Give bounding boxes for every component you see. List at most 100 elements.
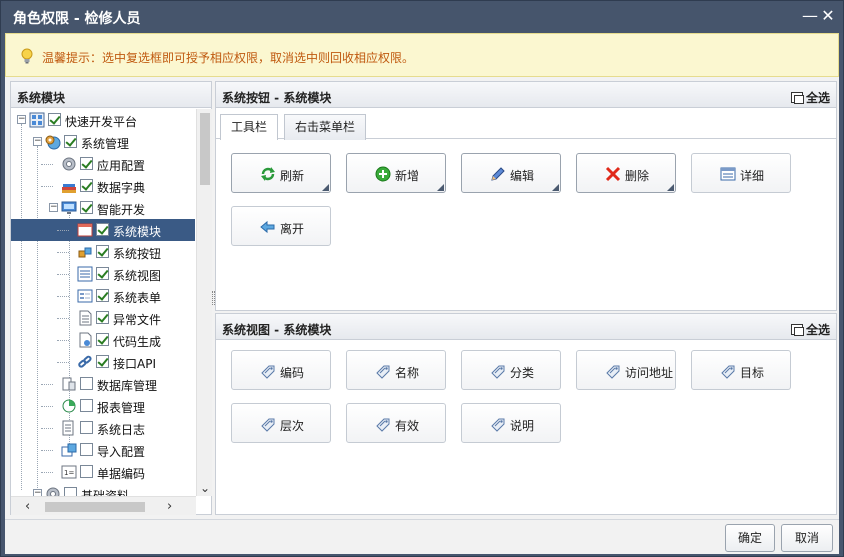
- select-all-buttons[interactable]: 全选: [790, 89, 830, 106]
- gears-globe-icon: [45, 135, 61, 150]
- tree-node-label: 系统表单: [113, 291, 162, 305]
- view-field-button[interactable]: 层次: [231, 403, 331, 443]
- tree-node[interactable]: 1= 单据编码: [11, 461, 195, 483]
- view-field-button[interactable]: 访问地址: [576, 350, 676, 390]
- tree-node-checkbox[interactable]: [96, 245, 109, 258]
- chevron-down-icon[interactable]: ⌄: [199, 482, 211, 494]
- tree-node[interactable]: 系统日志: [11, 417, 195, 439]
- view-field-button[interactable]: 分类: [461, 350, 561, 390]
- toolbar-button-label: 详细: [740, 169, 765, 183]
- tree-node-checkbox[interactable]: [80, 377, 93, 390]
- tree-node-checkbox[interactable]: [80, 179, 93, 192]
- tree-node-label: 快速开发平台: [65, 115, 138, 129]
- toolbar-button[interactable]: 详细: [691, 153, 791, 193]
- chevron-left-icon[interactable]: ‹: [25, 499, 30, 514]
- tree-horizontal-scrollbar[interactable]: ‹ ›: [11, 496, 196, 515]
- tree-node[interactable]: 导入配置: [11, 439, 195, 461]
- scrollbar-thumb[interactable]: [200, 113, 210, 185]
- tree-node-checkbox[interactable]: [64, 135, 77, 148]
- confirm-button[interactable]: 确定: [725, 524, 775, 552]
- tag-icon: [606, 365, 620, 379]
- document-icon: [79, 310, 92, 326]
- tree-node[interactable]: − 基础资料: [11, 483, 195, 496]
- tree-node-checkbox[interactable]: [96, 289, 109, 302]
- tree-node-checkbox[interactable]: [96, 311, 109, 324]
- tree-expander-icon[interactable]: −: [33, 137, 42, 146]
- books-icon: [62, 184, 76, 193]
- tree-vertical-scrollbar[interactable]: ⌄: [196, 109, 212, 496]
- tree-node-label: 接口API: [113, 357, 156, 371]
- grid-icon: [29, 112, 45, 128]
- checked-corner-indicator: [552, 184, 559, 191]
- view-field-label: 有效: [395, 419, 420, 433]
- toolbar-button[interactable]: 删除: [576, 153, 676, 193]
- scrollbar-thumb[interactable]: [45, 502, 145, 512]
- tree-node[interactable]: 系统模块: [11, 219, 195, 241]
- tree-node[interactable]: − 快速开发平台: [11, 109, 195, 131]
- tab-toolbar[interactable]: 工具栏: [220, 114, 278, 140]
- toolbar-button-label: 新增: [395, 169, 420, 183]
- toolbar-button-label: 离开: [280, 222, 305, 236]
- tree-node-checkbox[interactable]: [80, 201, 93, 214]
- tree-node[interactable]: 数据库管理: [11, 373, 195, 395]
- toolbar-button[interactable]: 新增: [346, 153, 446, 193]
- checked-corner-indicator: [322, 184, 329, 191]
- tree-node-checkbox[interactable]: [80, 465, 93, 478]
- tree-node-checkbox[interactable]: [96, 333, 109, 346]
- tree-expander-icon[interactable]: −: [49, 203, 58, 212]
- tree-node[interactable]: 异常文件: [11, 307, 195, 329]
- view-field-button[interactable]: 有效: [346, 403, 446, 443]
- cancel-button[interactable]: 取消: [781, 524, 833, 552]
- tree-node[interactable]: 代码生成: [11, 329, 195, 351]
- view-field-button[interactable]: 编码: [231, 350, 331, 390]
- view-field-label: 目标: [740, 366, 765, 380]
- toolbar-button[interactable]: 编辑: [461, 153, 561, 193]
- chevron-right-icon[interactable]: ›: [167, 499, 172, 514]
- tree-node-checkbox[interactable]: [80, 157, 93, 170]
- dialog-title: 角色权限 - 检修人员: [13, 11, 141, 27]
- buttons-panel: 系统按钮 - 系统模块 全选 工具栏 右击菜单栏 刷新 新增 编辑 删除 详细 离开: [215, 81, 837, 311]
- views-panel-title: 系统视图 - 系统模块: [222, 323, 332, 337]
- tree-node-checkbox[interactable]: [48, 113, 61, 126]
- code-list-icon: 1=: [61, 465, 77, 479]
- tab-context-menu[interactable]: 右击菜单栏: [284, 114, 366, 140]
- tree-node-label: 系统按钮: [113, 247, 162, 261]
- close-icon[interactable]: ✕: [819, 7, 837, 25]
- tree-node[interactable]: 报表管理: [11, 395, 195, 417]
- view-field-button[interactable]: 名称: [346, 350, 446, 390]
- tree-node-checkbox[interactable]: [80, 421, 93, 434]
- tree-node-checkbox[interactable]: [80, 399, 93, 412]
- view-field-label: 访问地址: [625, 366, 674, 380]
- toolbar-button[interactable]: 离开: [231, 206, 331, 246]
- tree-node[interactable]: 应用配置: [11, 153, 195, 175]
- toolbar-button[interactable]: 刷新: [231, 153, 331, 193]
- window-icon: [77, 223, 93, 237]
- toolbar-button-label: 删除: [625, 169, 650, 183]
- tree-node[interactable]: − 智能开发: [11, 197, 195, 219]
- notice-bar: 温馨提示：选中复选框即可授予相应权限，取消选中则回收相应权限。: [5, 33, 839, 77]
- tree-node-label: 报表管理: [97, 401, 146, 415]
- view-field-label: 编码: [280, 366, 305, 380]
- view-field-button[interactable]: 说明: [461, 403, 561, 443]
- log-icon: [62, 420, 74, 436]
- select-all-label: 全选: [805, 323, 830, 337]
- tree-node[interactable]: − 系统管理: [11, 131, 195, 153]
- tree-node-checkbox[interactable]: [80, 443, 93, 456]
- minimize-icon[interactable]: —: [801, 7, 819, 25]
- tree-node-checkbox[interactable]: [96, 223, 109, 236]
- tree-node[interactable]: 数据字典: [11, 175, 195, 197]
- gear-icon: [46, 487, 60, 496]
- view-field-button[interactable]: 目标: [691, 350, 791, 390]
- tree-node[interactable]: 系统表单: [11, 285, 195, 307]
- tree-node-checkbox[interactable]: [96, 355, 109, 368]
- tree-node-checkbox[interactable]: [96, 267, 109, 280]
- monitor-icon: [61, 201, 77, 214]
- tree-node[interactable]: 系统视图: [11, 263, 195, 285]
- notice-text: 温馨提示：选中复选框即可授予相应权限，取消选中则回收相应权限。: [42, 51, 415, 65]
- tree-node-checkbox[interactable]: [64, 487, 77, 496]
- select-all-views[interactable]: 全选: [790, 321, 830, 338]
- tree-node[interactable]: 系统按钮: [11, 241, 195, 263]
- tree-expander-icon[interactable]: −: [33, 489, 42, 496]
- tree-node[interactable]: 接口API: [11, 351, 195, 373]
- tree-expander-icon[interactable]: −: [17, 115, 26, 124]
